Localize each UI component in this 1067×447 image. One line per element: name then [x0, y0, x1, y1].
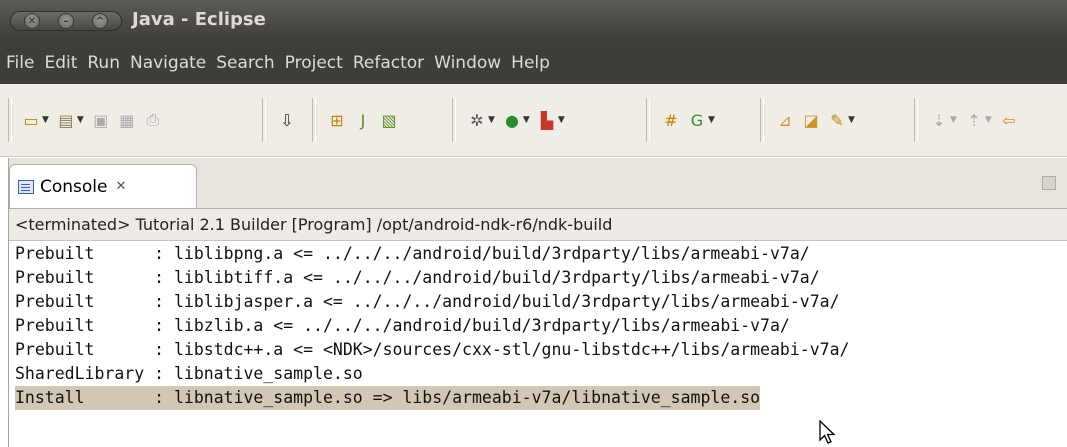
console-line-pad — [144, 364, 154, 383]
console-line-text: : libstdc++.a <= <NDK>/sources/cxx-stl/g… — [154, 340, 850, 359]
external-tools-icon[interactable]: ▙ — [537, 110, 557, 130]
title-bar: ✕ – ^ Java - Eclipse — [0, 0, 1067, 42]
console-line: Prebuilt : liblibjasper.a <= ../../../an… — [15, 290, 840, 314]
main-toolbar: ▭ ▼ ▤ ▼ ▣ ▦ ⎙ ⇩ ⊞ J ▧ ✲ ▼ ● ▼ ▙ ▼ # G ▼ ⊿ ◪ ✎ ▼… — [0, 84, 1067, 157]
toolbar-separator — [760, 98, 764, 142]
console-line-kind: SharedLibrary — [15, 364, 145, 383]
console-line-text: : liblibtiff.a <= ../../../android/build… — [154, 268, 820, 287]
console-line: SharedLibrary : libnative_sample.so — [15, 362, 363, 386]
save-icon[interactable]: ▣ — [91, 110, 111, 130]
next-annotation-icon[interactable]: ⇣ — [929, 110, 949, 130]
console-line-text: : liblibpng.a <= ../../../android/build/… — [154, 244, 810, 263]
menu-window[interactable]: Window — [434, 53, 501, 73]
dropdown-arrow-icon[interactable]: ▼ — [488, 115, 495, 125]
console-icon — [18, 179, 34, 194]
console-line-text: : libnative_sample.so => libs/armeabi-v7… — [154, 388, 761, 407]
menu-refactor[interactable]: Refactor — [353, 53, 424, 73]
new-class-icon[interactable]: J — [353, 110, 373, 130]
menu-project[interactable]: Project — [285, 53, 343, 73]
toolbar-separator — [262, 98, 266, 142]
toolbar-separator — [8, 98, 12, 142]
open-folder-icon[interactable]: ◪ — [801, 110, 821, 130]
dropdown-arrow-icon[interactable]: ▼ — [523, 115, 530, 125]
new-type-icon[interactable]: ▤ — [56, 110, 76, 130]
skip-breakpoints-icon[interactable]: ⇩ — [277, 110, 297, 130]
toolbar-group-debug: ⇩ — [274, 100, 300, 140]
run-icon[interactable]: ● — [502, 110, 522, 130]
save-all-icon[interactable]: ▦ — [117, 110, 137, 130]
toolbar-group-new: ⊞ J ▧ — [324, 100, 402, 140]
menu-help[interactable]: Help — [511, 53, 550, 73]
view-tab-bar: Console ✕ — [9, 158, 1067, 209]
search-icon[interactable]: ✎ — [827, 110, 847, 130]
console-line-text: : liblibjasper.a <= ../../../android/bui… — [154, 292, 840, 311]
new-project-icon[interactable]: # — [661, 110, 681, 130]
tab-console-label: Console — [40, 176, 108, 197]
window-title: Java - Eclipse — [132, 9, 266, 30]
close-icon[interactable]: ✕ — [116, 179, 127, 194]
mouse-pointer-icon — [819, 420, 836, 444]
menu-file[interactable]: File — [6, 53, 34, 73]
console-line-pad — [94, 244, 154, 263]
console-line-kind: Prebuilt — [15, 292, 95, 311]
toolbar-separator — [914, 98, 918, 142]
console-line-kind: Install — [15, 388, 85, 407]
menu-navigate[interactable]: Navigate — [130, 53, 206, 73]
toolbar-group-run: ✲ ▼ ● ▼ ▙ ▼ — [464, 100, 569, 140]
minimize-window-button[interactable]: – — [58, 13, 74, 29]
toolbar-group-open: ⊿ ◪ ✎ ▼ — [772, 100, 859, 140]
maximize-window-button[interactable]: ^ — [92, 13, 108, 29]
toolbar-separator — [646, 98, 650, 142]
console-line-selected: Install : libnative_sample.so => libs/ar… — [15, 386, 761, 410]
console-line-text: : libzlib.a <= ../../../android/build/3r… — [154, 316, 790, 335]
toolbar-group-create: # G ▼ — [658, 100, 719, 140]
menu-bar: File Edit Run Navigate Search Project Re… — [0, 42, 1067, 84]
open-type-icon[interactable]: ⊿ — [775, 110, 795, 130]
new-icon[interactable]: ▭ — [21, 110, 41, 130]
console-line: Prebuilt : liblibtiff.a <= ../../../andr… — [15, 266, 820, 290]
menu-edit[interactable]: Edit — [44, 53, 77, 73]
tab-console[interactable]: Console ✕ — [9, 164, 197, 208]
console-line: Prebuilt : libzlib.a <= ../../../android… — [15, 314, 790, 338]
console-view: Console ✕ <terminated> Tutorial 2.1 Buil… — [8, 158, 1067, 447]
back-icon[interactable]: ⇦ — [999, 110, 1019, 130]
new-java-class-icon[interactable]: G — [687, 110, 707, 130]
console-line: Prebuilt : libstdc++.a <= <NDK>/sources/… — [15, 338, 849, 362]
console-line-pad — [94, 268, 154, 287]
console-line: Prebuilt : liblibpng.a <= ../../../andro… — [15, 242, 810, 266]
dropdown-arrow-icon[interactable]: ▼ — [42, 115, 49, 125]
console-line-pad — [85, 388, 155, 407]
new-file-icon[interactable]: ▧ — [379, 110, 399, 130]
window-controls: ✕ – ^ — [10, 11, 122, 31]
debug-icon[interactable]: ✲ — [467, 110, 487, 130]
menu-run[interactable]: Run — [87, 53, 120, 73]
menu-search[interactable]: Search — [216, 53, 274, 73]
print-icon[interactable]: ⎙ — [143, 110, 163, 130]
new-package-icon[interactable]: ⊞ — [327, 110, 347, 130]
toolbar-group-file: ▭ ▼ ▤ ▼ ▣ ▦ ⎙ — [18, 100, 166, 140]
console-line-pad — [94, 292, 154, 311]
close-window-button[interactable]: ✕ — [24, 13, 40, 29]
console-line-kind: Prebuilt — [15, 316, 95, 335]
console-line-text: : libnative_sample.so — [154, 364, 363, 383]
dropdown-arrow-icon[interactable]: ▼ — [708, 115, 715, 125]
console-output[interactable]: Prebuilt : liblibpng.a <= ../../../andro… — [9, 242, 1067, 447]
minimize-view-button[interactable] — [1042, 176, 1056, 190]
dropdown-arrow-icon[interactable]: ▼ — [985, 115, 992, 125]
dropdown-arrow-icon[interactable]: ▼ — [950, 115, 957, 125]
console-status-line: <terminated> Tutorial 2.1 Builder [Progr… — [9, 209, 1067, 241]
console-line-pad — [94, 316, 154, 335]
dropdown-arrow-icon[interactable]: ▼ — [77, 115, 84, 125]
previous-annotation-icon[interactable]: ⇡ — [964, 110, 984, 130]
console-line-kind: Prebuilt — [15, 340, 95, 359]
console-line-kind: Prebuilt — [15, 268, 95, 287]
toolbar-group-navigate: ⇣ ▼ ⇡ ▼ ⇦ — [926, 100, 1022, 140]
console-line-pad — [94, 340, 154, 359]
toolbar-separator — [312, 98, 316, 142]
dropdown-arrow-icon[interactable]: ▼ — [558, 115, 565, 125]
console-line-kind: Prebuilt — [15, 244, 95, 263]
toolbar-separator — [452, 98, 456, 142]
dropdown-arrow-icon[interactable]: ▼ — [848, 115, 855, 125]
